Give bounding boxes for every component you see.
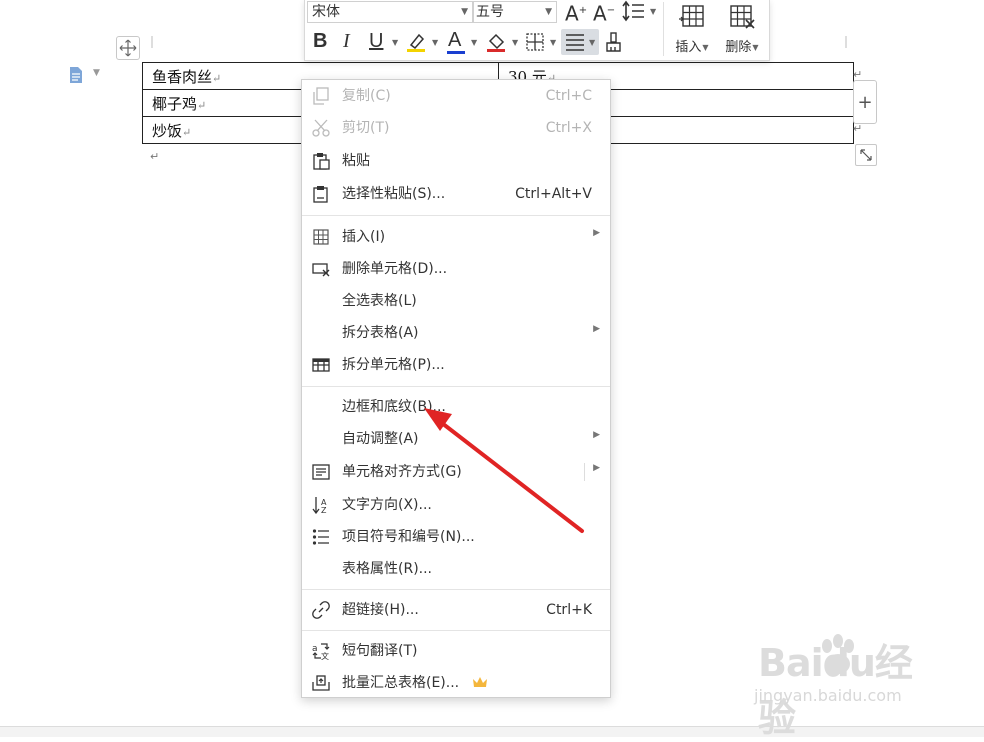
menu-item-select-table[interactable]: 全选表格(L) xyxy=(302,286,610,316)
chevron-down-icon[interactable]: ▼ xyxy=(589,38,595,47)
menu-item-paste-special[interactable]: 选择性粘贴(S)... Ctrl+Alt+V xyxy=(302,179,610,209)
font-name-select[interactable]: 宋体 ▼ xyxy=(307,1,473,23)
font-color-swatch xyxy=(447,51,465,54)
chevron-down-icon[interactable]: ▼ xyxy=(550,38,556,47)
italic-icon[interactable]: I xyxy=(343,31,350,51)
font-size-value: 五号 xyxy=(476,4,504,20)
delete-button[interactable]: 删除▼ xyxy=(719,2,765,56)
shrink-font-icon[interactable]: A− xyxy=(593,1,615,24)
menu-separator xyxy=(302,589,610,590)
svg-text:Z: Z xyxy=(321,506,327,514)
menu-item-insert[interactable]: 插入(I) ▶ xyxy=(302,222,610,252)
paragraph-mark: ↵ xyxy=(150,150,160,163)
chevron-right-icon: ▶ xyxy=(593,430,600,440)
crown-icon xyxy=(473,677,487,687)
margin-corner-mark xyxy=(151,36,153,48)
cut-icon xyxy=(312,119,330,137)
chevron-right-icon[interactable]: ▶ xyxy=(593,463,600,473)
baidu-watermark: Baidu经验 jingyan.baidu.com xyxy=(752,630,942,740)
font-size-select[interactable]: 五号 ▼ xyxy=(473,1,557,23)
move-arrows-icon xyxy=(119,39,137,57)
insert-label: 插入 xyxy=(675,40,702,55)
menu-item-table-properties[interactable]: 表格属性(R)... xyxy=(302,554,610,584)
copy-icon xyxy=(313,87,329,105)
document-icon[interactable] xyxy=(68,66,84,84)
chevron-down-icon: ▼ xyxy=(545,7,552,17)
insert-table-icon xyxy=(313,229,329,245)
insert-table-icon xyxy=(679,5,704,27)
chevron-down-icon: ▼ xyxy=(702,43,709,52)
line-spacing-icon[interactable] xyxy=(622,0,648,27)
resize-icon xyxy=(860,149,872,161)
delete-cell-icon xyxy=(312,263,330,277)
format-toolbar: 宋体 ▼ 五号 ▼ A+ A− ▼ B I U ▼ ▼ A ▼ ▼ ▼ ▼ 插入… xyxy=(304,0,770,61)
split-cell-icon xyxy=(312,358,330,372)
shading-icon[interactable] xyxy=(485,31,509,58)
svg-text:文: 文 xyxy=(321,651,329,660)
align-justify-icon[interactable] xyxy=(565,33,585,56)
menu-separator xyxy=(302,630,610,631)
context-menu: 复制(C) Ctrl+C 剪切(T) Ctrl+X 粘贴 选择性粘贴(S)...… xyxy=(301,79,611,698)
menu-item-split-table[interactable]: 拆分表格(A) ▶ xyxy=(302,318,610,348)
table-resize-handle[interactable] xyxy=(855,144,877,166)
chevron-right-icon: ▶ xyxy=(593,228,600,238)
menu-item-delete-cell[interactable]: 删除单元格(D)... xyxy=(302,254,610,284)
menu-item-batch-summary[interactable]: 批量汇总表格(E)... xyxy=(302,668,610,698)
delete-label: 删除 xyxy=(725,40,752,55)
delete-table-icon xyxy=(730,5,755,29)
translate-icon: a文 xyxy=(312,643,330,660)
cell-align-icon xyxy=(312,464,330,480)
menu-separator xyxy=(302,386,610,387)
text-direction-icon: AZ xyxy=(312,497,327,514)
chevron-down-icon[interactable]: ▼ xyxy=(392,38,398,47)
menu-item-copy[interactable]: 复制(C) Ctrl+C xyxy=(302,81,610,111)
font-color-icon[interactable]: A xyxy=(448,30,461,50)
menu-separator xyxy=(302,215,610,216)
menu-item-paste[interactable]: 粘贴 xyxy=(302,146,610,176)
chevron-down-icon[interactable]: ▼ xyxy=(512,38,518,47)
menu-item-hyperlink[interactable]: 超链接(H)... Ctrl+K xyxy=(302,595,610,625)
add-row-button[interactable]: + xyxy=(853,80,877,124)
menu-item-borders-shading[interactable]: 边框和底纹(B)... xyxy=(302,392,610,422)
borders-icon[interactable] xyxy=(525,32,545,57)
paste-special-icon xyxy=(313,186,328,203)
chevron-down-icon[interactable]: ▼ xyxy=(471,38,477,47)
chevron-down-icon: ▼ xyxy=(752,43,759,52)
menu-item-cell-alignment[interactable]: 单元格对齐方式(G) ▶ xyxy=(302,457,610,487)
bold-icon[interactable]: B xyxy=(313,31,327,51)
split-divider xyxy=(584,463,585,481)
highlight-icon[interactable] xyxy=(405,31,429,58)
format-painter-icon[interactable] xyxy=(605,31,623,58)
menu-item-split-cell[interactable]: 拆分单元格(P)... xyxy=(302,350,610,380)
toolbar-divider xyxy=(663,2,664,56)
menu-item-autofit[interactable]: 自动调整(A) ▶ xyxy=(302,424,610,454)
plus-icon: + xyxy=(857,91,873,113)
menu-item-text-direction[interactable]: AZ 文字方向(X)... xyxy=(302,490,610,520)
menu-item-bullets-numbering[interactable]: 项目符号和编号(N)... xyxy=(302,522,610,552)
watermark-url: jingyan.baidu.com xyxy=(754,686,902,705)
bullet-list-icon xyxy=(312,529,329,545)
grow-font-icon[interactable]: A+ xyxy=(565,1,587,24)
chevron-down-icon[interactable]: ▼ xyxy=(650,7,656,16)
batch-summary-icon xyxy=(312,675,330,691)
margin-corner-mark xyxy=(845,36,847,48)
table-move-handle[interactable] xyxy=(116,36,140,60)
menu-item-translate[interactable]: a文 短句翻译(T) xyxy=(302,636,610,666)
chevron-right-icon: ▶ xyxy=(593,324,600,334)
menu-item-cut[interactable]: 剪切(T) Ctrl+X xyxy=(302,113,610,143)
chevron-down-icon[interactable]: ▼ xyxy=(432,38,438,47)
chevron-down-icon[interactable]: ▼ xyxy=(93,68,100,78)
font-name-value: 宋体 xyxy=(312,4,340,20)
paste-icon xyxy=(313,153,330,170)
insert-button[interactable]: 插入▼ xyxy=(669,2,715,56)
hyperlink-icon xyxy=(312,601,330,619)
underline-icon[interactable]: U xyxy=(369,31,383,51)
chevron-down-icon: ▼ xyxy=(461,7,468,17)
